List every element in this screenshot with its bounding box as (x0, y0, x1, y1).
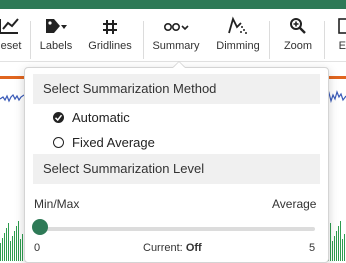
gridlines-button[interactable]: Gridlines (85, 9, 135, 61)
toolbar-divider (143, 21, 144, 59)
current-level-text: Current: Off (143, 242, 202, 254)
reset-chart-icon (0, 9, 23, 35)
current-level-prefix: Current: (143, 242, 183, 254)
activity-bar (18, 221, 19, 261)
bars-left (0, 221, 23, 261)
activity-bar (342, 239, 343, 261)
summary-popup: Select Summarization Method Automatic Fi… (24, 67, 329, 263)
labels-label: Labels (39, 40, 73, 52)
tag-icon (44, 9, 68, 35)
slider-min-label: Min/Max (34, 197, 80, 211)
activity-bar (14, 231, 15, 261)
summary-button[interactable]: Summary (151, 9, 201, 61)
summary-icon (162, 9, 190, 35)
option-automatic-label: Automatic (72, 110, 130, 125)
slider-max-label: Average (272, 197, 317, 211)
reset-button[interactable]: eset (0, 9, 26, 61)
grid-icon (102, 9, 118, 35)
plot-line-left (0, 93, 25, 103)
dimming-button[interactable]: Dimming (213, 9, 263, 61)
reset-label: eset (0, 40, 22, 52)
activity-bar (0, 243, 1, 261)
toolbar-divider (30, 21, 31, 59)
level-heading: Select Summarization Level (33, 154, 320, 184)
toolbar-divider (269, 21, 270, 59)
slider-max-value: 5 (309, 242, 316, 254)
activity-bar (332, 241, 333, 261)
dimming-label: Dimming (216, 40, 260, 52)
activity-bar (338, 226, 339, 261)
activity-bar (344, 234, 345, 261)
zoom-button[interactable]: Zoom (279, 9, 317, 61)
activity-bar (6, 228, 7, 261)
slider-thumb[interactable] (32, 219, 48, 235)
option-automatic[interactable]: Automatic (53, 110, 130, 125)
activity-bar (330, 223, 331, 261)
activity-bar (10, 241, 11, 261)
slider-min-value: 0 (34, 242, 41, 254)
checked-radio-icon (53, 112, 64, 123)
export-button[interactable]: Ex (330, 9, 346, 61)
activity-bar (4, 233, 5, 261)
zoom-label: Zoom (283, 40, 313, 52)
dimming-icon (227, 9, 249, 35)
activity-bar (334, 236, 335, 261)
option-fixed-average[interactable]: Fixed Average (53, 135, 155, 150)
export-icon (338, 9, 346, 35)
activity-bar (340, 221, 341, 261)
option-fixed-average-label: Fixed Average (72, 135, 155, 150)
activity-bar (12, 236, 13, 261)
labels-button[interactable]: Labels (36, 9, 76, 61)
popup-caret-inner (173, 62, 185, 68)
plot-line-right (326, 90, 346, 104)
bars-right (328, 221, 345, 261)
chart-toolbar: eset Labels Gridlines Summary Dimming Zo… (0, 9, 346, 62)
zoom-icon (289, 9, 307, 35)
toolbar-divider (324, 21, 325, 59)
summary-label: Summary (152, 40, 200, 52)
activity-bar (2, 238, 3, 261)
gridlines-label: Gridlines (88, 40, 132, 52)
method-heading: Select Summarization Method (33, 74, 320, 104)
export-label: Ex (338, 40, 346, 52)
radio-icon (53, 137, 64, 148)
summary-level-slider[interactable] (36, 227, 315, 231)
activity-bar (22, 234, 23, 261)
activity-bar (8, 223, 9, 261)
activity-bar (20, 239, 21, 261)
current-level-value: Off (185, 242, 202, 254)
activity-bar (336, 231, 337, 261)
top-app-bar (0, 0, 346, 9)
activity-bar (16, 226, 17, 261)
